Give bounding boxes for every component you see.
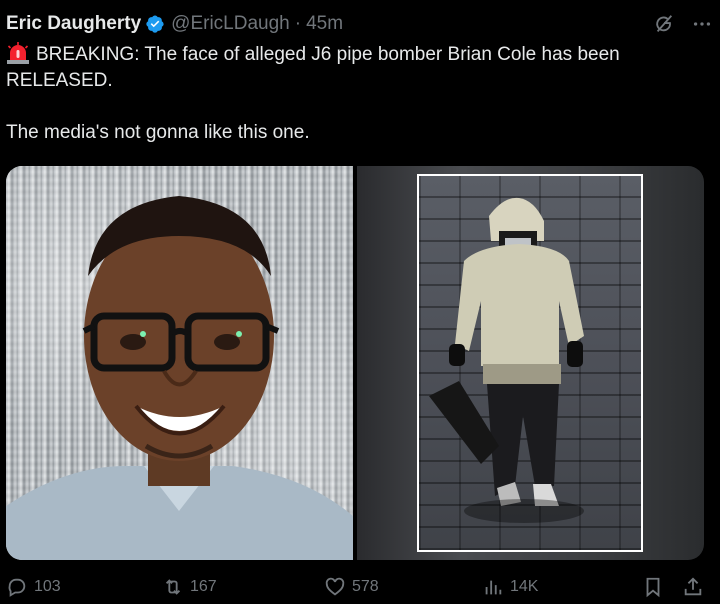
media-photo-cctv[interactable] — [357, 166, 704, 560]
tweet-text-line-1: BREAKING: The face of alleged J6 pipe bo… — [6, 42, 696, 94]
author-name[interactable]: Eric Daugherty — [6, 13, 141, 35]
tweet-action-bar: 103 167 578 14K — [6, 576, 712, 604]
repost-icon — [165, 579, 181, 595]
like-count: 578 — [352, 578, 379, 595]
repost-count: 167 — [190, 578, 217, 595]
cctv-still-frame — [417, 174, 643, 552]
reply-count: 103 — [34, 578, 61, 595]
separator-dot: · — [294, 13, 302, 34]
like-icon — [325, 577, 345, 596]
tweet-text-line-2: The media's not gonna like this one. — [6, 122, 310, 143]
tweet-media[interactable] — [6, 166, 704, 560]
tweet-header: Eric Daugherty @EricLDaugh · 45m — [6, 10, 714, 38]
bookmark-button[interactable] — [642, 576, 664, 598]
header-actions — [652, 10, 714, 38]
media-photo-portrait[interactable] — [6, 166, 353, 560]
like-button[interactable]: 578 — [324, 576, 379, 598]
views-count: 14K — [510, 578, 539, 595]
share-button[interactable] — [682, 576, 704, 598]
reply-button[interactable]: 103 — [6, 576, 61, 598]
reply-icon — [8, 578, 26, 597]
grok-icon[interactable] — [652, 12, 676, 36]
rotating-light-icon — [6, 42, 30, 64]
tweet-text-body: BREAKING: The face of alleged J6 pipe bo… — [6, 44, 620, 91]
author-handle[interactable]: @EricLDaugh — [171, 13, 290, 35]
repost-button[interactable]: 167 — [162, 576, 217, 598]
tweet-timestamp[interactable]: 45m — [306, 13, 343, 35]
verified-badge-icon — [145, 14, 165, 34]
tweet-text: BREAKING: The face of alleged J6 pipe bo… — [6, 42, 696, 146]
views-button[interactable]: 14K — [482, 576, 538, 598]
views-icon — [485, 580, 502, 595]
more-icon[interactable] — [690, 12, 714, 36]
bookmark-icon — [646, 577, 660, 598]
share-icon — [684, 577, 702, 596]
